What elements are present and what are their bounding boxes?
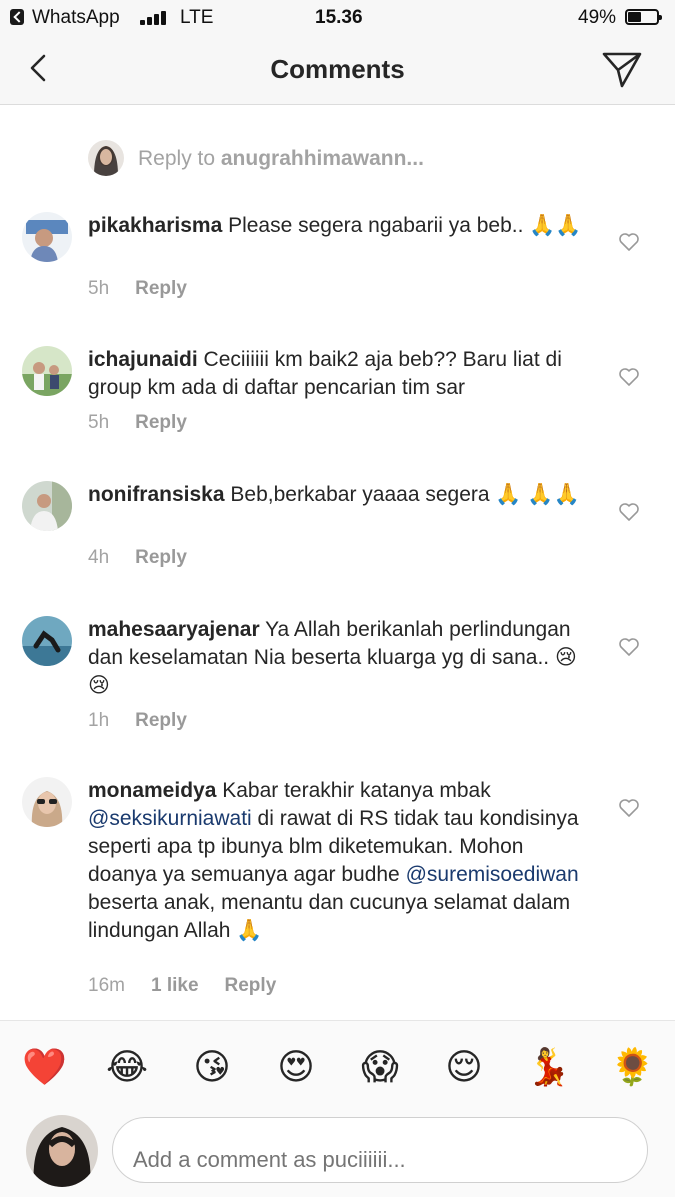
emoji-relieved[interactable]: 😌 (442, 1045, 486, 1089)
heart-icon[interactable] (618, 232, 640, 252)
heart-icon[interactable] (618, 502, 640, 522)
reply-to-user: anugrahhimawann... (220, 147, 424, 170)
signal-icon (140, 11, 168, 25)
comment-meta: 16m 1 like Reply (88, 975, 302, 997)
page-title: Comments (270, 54, 405, 84)
comment-username[interactable]: nonifransiska (88, 483, 225, 506)
emoji-screaming[interactable]: 😱 (358, 1045, 402, 1089)
emoji-sunflower[interactable]: 🌻 (610, 1045, 655, 1089)
emoji-tears-of-joy[interactable]: 😂 (105, 1045, 149, 1089)
reply-button[interactable]: Reply (135, 547, 187, 568)
reply-to-text: Reply to anugrahhimawann... (138, 147, 424, 170)
mention-link[interactable]: @suremisoediwan (406, 863, 579, 886)
emoji-dancer[interactable]: 💃 (526, 1045, 571, 1089)
reply-button[interactable]: Reply (135, 278, 187, 299)
comment-time: 5h (88, 278, 110, 299)
comment-username[interactable]: monameidya (88, 779, 216, 802)
battery-icon (625, 9, 662, 25)
emoji-blowing-kiss[interactable]: 😘 (190, 1045, 234, 1089)
emoji-heart-eyes[interactable]: 😍 (274, 1045, 318, 1089)
comment-meta: 4h Reply (88, 547, 213, 569)
nav-bar: Comments (0, 36, 675, 105)
comment-time: 1h (88, 710, 110, 731)
reply-button[interactable]: Reply (135, 412, 187, 433)
comment-composer: ❤️ 😂 😘 😍 😱 😌 💃 🌻 (0, 1020, 675, 1197)
mention-link[interactable]: @seksikurniawati (88, 807, 252, 830)
comment-username[interactable]: pikakharisma (88, 214, 222, 237)
heart-icon[interactable] (618, 367, 640, 387)
comment-username[interactable]: mahesaaryajenar (88, 618, 260, 641)
comment-meta: 5h Reply (88, 278, 213, 300)
clock: 15.36 (315, 7, 363, 28)
comment-text: nonifransiska Beb,berkabar yaaaa segera … (88, 483, 580, 506)
avatar[interactable] (22, 777, 72, 827)
comment-text: pikakharisma Please segera ngabarii ya b… (88, 214, 582, 237)
back-to-app-icon[interactable] (10, 9, 24, 25)
avatar (88, 140, 124, 176)
comment-meta: 1h Reply (88, 710, 213, 732)
avatar (26, 1115, 98, 1187)
emoji-red-heart[interactable]: ❤️ (22, 1045, 67, 1089)
status-bar: WhatsApp LTE 15.36 49% (0, 0, 675, 36)
heart-icon[interactable] (618, 798, 640, 818)
network-label: LTE (180, 7, 214, 28)
heart-icon[interactable] (618, 637, 640, 657)
avatar[interactable] (22, 346, 72, 396)
likes-count[interactable]: 1 like (151, 975, 199, 996)
comment-input[interactable] (112, 1117, 648, 1183)
battery-percent: 49% (578, 7, 617, 28)
avatar[interactable] (22, 212, 72, 262)
back-to-app-label[interactable]: WhatsApp (32, 7, 120, 29)
comment-text: monameidya Kabar terakhir katanya mbak @… (88, 779, 579, 942)
comment-text: ichajunaidi Ceciiiiii km baik2 aja beb??… (88, 348, 562, 399)
comment-time: 4h (88, 547, 110, 568)
comment-username[interactable]: ichajunaidi (88, 348, 198, 371)
reply-button[interactable]: Reply (225, 975, 277, 996)
avatar[interactable] (22, 616, 72, 666)
comment-time: 5h (88, 412, 110, 433)
comment-meta: 5h Reply (88, 412, 213, 434)
paper-plane-icon[interactable] (600, 50, 644, 90)
reply-button[interactable]: Reply (135, 710, 187, 731)
avatar[interactable] (22, 481, 72, 531)
comment-text: mahesaaryajenar Ya Allah berikanlah perl… (88, 618, 577, 697)
comment-time: 16m (88, 975, 125, 996)
